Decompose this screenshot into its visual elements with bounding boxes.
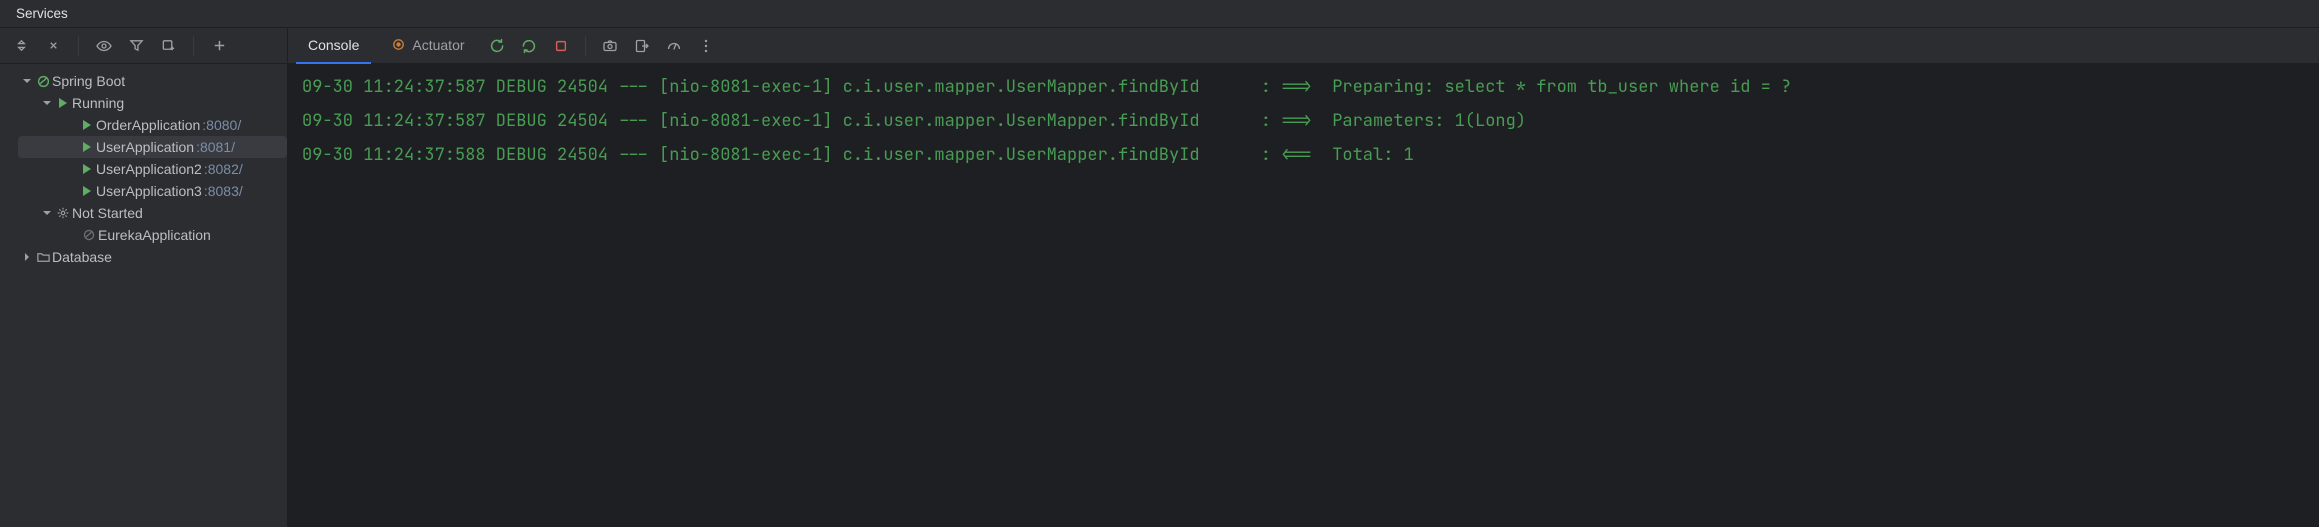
tree-node-spring-boot[interactable]: Spring Boot bbox=[0, 70, 287, 92]
run-icon bbox=[78, 186, 96, 196]
run-icon bbox=[78, 120, 96, 130]
tree-label: UserApplication3 bbox=[96, 180, 202, 202]
tree-node-app[interactable]: OrderApplication :8080/ bbox=[18, 114, 287, 136]
tree-node-app-not-started[interactable]: EurekaApplication bbox=[0, 224, 287, 246]
gear-icon bbox=[54, 206, 72, 220]
console-toolbar: Console Actuator bbox=[288, 28, 2319, 64]
expand-all-button[interactable] bbox=[10, 35, 32, 57]
tree-node-database[interactable]: Database bbox=[0, 246, 287, 268]
chevron-right-icon bbox=[20, 250, 34, 264]
chevron-down-icon bbox=[40, 206, 54, 220]
more-button[interactable] bbox=[694, 34, 718, 58]
content: Spring Boot Running OrderApplication :80… bbox=[0, 28, 2319, 527]
separator bbox=[78, 36, 79, 56]
rerun-failed-button[interactable] bbox=[517, 34, 541, 58]
folder-icon bbox=[34, 250, 52, 265]
spring-dim-icon bbox=[80, 228, 98, 242]
log-line: 09-30 11:24:37:588 DEBUG 24504 --- [nio-… bbox=[302, 138, 2305, 172]
exit-button[interactable] bbox=[630, 34, 654, 58]
tab-label: Actuator bbox=[412, 37, 464, 53]
tree-label: EurekaApplication bbox=[98, 224, 211, 246]
right-pane: Console Actuator bbox=[288, 28, 2319, 527]
rerun-button[interactable] bbox=[485, 34, 509, 58]
stop-button[interactable] bbox=[549, 34, 573, 58]
log-line: 09-30 11:24:37:587 DEBUG 24504 --- [nio-… bbox=[302, 70, 2305, 104]
new-window-button[interactable] bbox=[157, 35, 179, 57]
tree-label: Spring Boot bbox=[52, 70, 125, 92]
spring-icon bbox=[34, 74, 52, 89]
chevron-down-icon bbox=[40, 96, 54, 110]
run-icon bbox=[78, 164, 96, 174]
tab-console[interactable]: Console bbox=[296, 28, 371, 64]
separator bbox=[585, 36, 586, 56]
running-apps: OrderApplication :8080/UserApplication :… bbox=[0, 114, 287, 202]
tree-node-running[interactable]: Running bbox=[0, 92, 287, 114]
tree-node-app[interactable]: UserApplication3 :8083/ bbox=[18, 180, 287, 202]
actuator-icon bbox=[391, 37, 406, 52]
titlebar: Services bbox=[0, 0, 2319, 28]
tab-actuator[interactable]: Actuator bbox=[379, 28, 476, 64]
port-label: :8080/ bbox=[202, 114, 241, 136]
tree-toolbar bbox=[0, 28, 287, 64]
collapse-all-button[interactable] bbox=[42, 35, 64, 57]
port-label: :8083/ bbox=[204, 180, 243, 202]
tree-node-app[interactable]: UserApplication :8081/ bbox=[18, 136, 287, 158]
show-hidden-button[interactable] bbox=[93, 35, 115, 57]
services-tree[interactable]: Spring Boot Running OrderApplication :80… bbox=[0, 64, 287, 527]
tree-label: UserApplication2 bbox=[96, 158, 202, 180]
tree-label: UserApplication bbox=[96, 136, 194, 158]
console-output[interactable]: 09-30 11:24:37:587 DEBUG 24504 --- [nio-… bbox=[288, 64, 2319, 527]
run-icon bbox=[54, 98, 72, 108]
tree-node-app[interactable]: UserApplication2 :8082/ bbox=[18, 158, 287, 180]
log-line: 09-30 11:24:37:587 DEBUG 24504 --- [nio-… bbox=[302, 104, 2305, 138]
tree-label: OrderApplication bbox=[96, 114, 200, 136]
filter-button[interactable] bbox=[125, 35, 147, 57]
panel-title: Services bbox=[16, 6, 68, 21]
tree-label: Running bbox=[72, 92, 124, 114]
tree-node-not-started[interactable]: Not Started bbox=[0, 202, 287, 224]
profiler-button[interactable] bbox=[662, 34, 686, 58]
screenshot-button[interactable] bbox=[598, 34, 622, 58]
tree-label: Not Started bbox=[72, 202, 143, 224]
tree-label: Database bbox=[52, 246, 112, 268]
add-service-button[interactable] bbox=[208, 35, 230, 57]
separator bbox=[193, 36, 194, 56]
port-label: :8082/ bbox=[204, 158, 243, 180]
services-tree-pane: Spring Boot Running OrderApplication :80… bbox=[0, 28, 288, 527]
run-icon bbox=[78, 142, 96, 152]
chevron-down-icon bbox=[20, 74, 34, 88]
port-label: :8081/ bbox=[196, 136, 235, 158]
tab-label: Console bbox=[308, 37, 359, 53]
